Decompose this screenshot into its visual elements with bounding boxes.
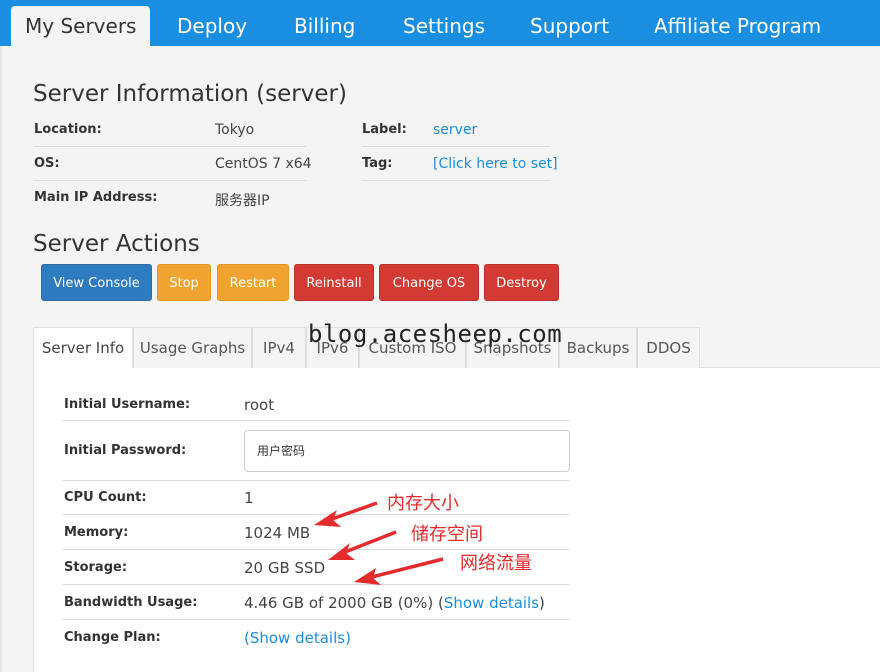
divider xyxy=(34,180,306,181)
initial-password-label: Initial Password: xyxy=(64,443,187,458)
nav-tab-deploy[interactable]: Deploy xyxy=(177,0,247,46)
initial-username-label: Initial Username: xyxy=(64,397,191,412)
tab-usage-graphs[interactable]: Usage Graphs xyxy=(133,327,252,368)
nav-tab-settings[interactable]: Settings xyxy=(403,0,485,46)
restart-button[interactable]: Restart xyxy=(217,264,289,301)
divider xyxy=(62,584,570,585)
initial-password-field[interactable]: 用户密码 xyxy=(244,430,570,472)
divider xyxy=(62,420,570,421)
view-console-button[interactable]: View Console xyxy=(41,264,152,301)
watermark-text: blog.acesheep.com xyxy=(308,320,563,348)
change-os-button[interactable]: Change OS xyxy=(379,264,479,301)
bandwidth-usage-label: Bandwidth Usage: xyxy=(64,595,198,610)
bandwidth-show-details-link[interactable]: Show details xyxy=(444,594,539,612)
nav-tab-support[interactable]: Support xyxy=(530,0,609,46)
divider xyxy=(62,619,570,620)
annotation-storage: 储存空间 xyxy=(411,524,483,545)
os-label: OS: xyxy=(34,156,60,171)
storage-label: Storage: xyxy=(64,560,128,575)
bandwidth-usage-text: 4.46 GB of 2000 GB (0%) ( xyxy=(244,594,444,612)
label-label: Label: xyxy=(362,122,407,137)
reinstall-button[interactable]: Reinstall xyxy=(294,264,374,301)
ip-value: 服务器IP xyxy=(215,193,270,209)
bandwidth-close-paren: ) xyxy=(539,594,545,612)
ip-label: Main IP Address: xyxy=(34,190,158,205)
storage-value: 20 GB SSD xyxy=(244,559,326,577)
label-value-link[interactable]: server xyxy=(433,122,477,138)
memory-label: Memory: xyxy=(64,525,129,540)
divider xyxy=(34,146,306,147)
nav-tab-my-servers[interactable]: My Servers xyxy=(11,6,151,46)
os-value: CentOS 7 x64 xyxy=(215,156,312,172)
top-nav: My Servers Deploy Billing Settings Suppo… xyxy=(0,0,880,46)
divider xyxy=(362,146,550,147)
tab-backups[interactable]: Backups xyxy=(559,327,637,368)
divider xyxy=(362,180,550,181)
server-info-title: Server Information (server) xyxy=(33,81,347,107)
destroy-button[interactable]: Destroy xyxy=(484,264,559,301)
nav-tab-affiliate-program[interactable]: Affiliate Program xyxy=(654,0,821,46)
server-actions-title: Server Actions xyxy=(33,231,200,257)
cpu-count-value: 1 xyxy=(244,489,254,507)
divider xyxy=(62,480,570,481)
tag-set-link[interactable]: [Click here to set] xyxy=(433,156,558,172)
annotation-bandwidth: 网络流量 xyxy=(460,553,532,574)
annotation-memory: 内存大小 xyxy=(387,493,459,514)
location-value: Tokyo xyxy=(215,122,255,138)
change-plan-label: Change Plan: xyxy=(64,630,161,645)
bandwidth-usage-value: 4.46 GB of 2000 GB (0%) (Show details) xyxy=(244,594,545,612)
stop-button[interactable]: Stop xyxy=(157,264,211,301)
memory-value: 1024 MB xyxy=(244,524,311,542)
divider xyxy=(62,514,570,515)
tab-ddos[interactable]: DDOS xyxy=(637,327,700,368)
tab-ipv4[interactable]: IPv4 xyxy=(252,327,306,368)
tab-server-info[interactable]: Server Info xyxy=(33,327,133,369)
cpu-count-label: CPU Count: xyxy=(64,490,147,505)
location-label: Location: xyxy=(34,122,102,137)
page-left-border xyxy=(0,46,2,672)
nav-tab-billing[interactable]: Billing xyxy=(294,0,355,46)
tag-label: Tag: xyxy=(362,156,393,171)
initial-username-value: root xyxy=(244,396,275,414)
change-plan-show-details-link[interactable]: (Show details) xyxy=(244,629,351,647)
